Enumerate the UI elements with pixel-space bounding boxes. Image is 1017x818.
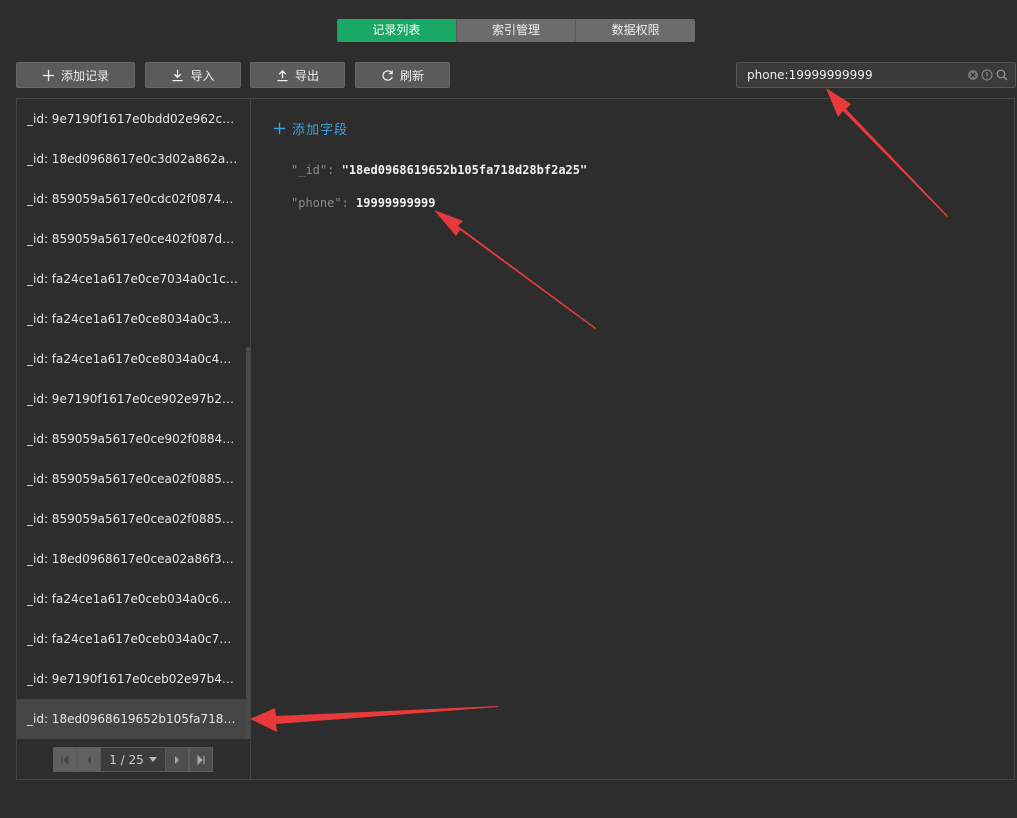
import-label: 导入 [190,68,215,83]
record-sidebar: _id: 9e7190f1617e0bdd02e962c15... _id: 18… [17,99,251,779]
field-key: "_id": [291,163,335,177]
record-list-item[interactable]: _id: 18ed0968617e0c3d02a862a10... [17,139,250,179]
add-field-button[interactable]: 添加字段 [273,119,348,138]
search-input[interactable] [737,63,962,87]
add-field-label: 添加字段 [292,123,349,138]
refresh-button[interactable]: 刷新 [355,62,450,88]
search-icon[interactable] [996,69,1008,81]
field-value: 19999999999 [356,196,436,210]
list-scrollbar[interactable] [246,347,250,739]
next-page-icon [175,755,179,764]
page-indicator: 1 / 25 [109,752,144,767]
record-list-item[interactable]: _id: 18ed0968619652b105fa718d2... [17,699,250,739]
record-detail: 添加字段 "_id": "18ed0968619652b105fa718d28b… [251,99,1014,779]
last-page-button[interactable] [189,747,213,772]
record-list-item[interactable]: _id: fa24ce1a617e0ceb034a0c6d2a... [17,579,250,619]
add-record-button[interactable]: 添加记录 [16,62,135,88]
chevron-down-icon [148,756,157,762]
next-page-button[interactable] [165,747,189,772]
record-list-item[interactable]: _id: fa24ce1a617e0ce8034a0c3763... [17,299,250,339]
search-box [736,62,1016,88]
last-page-icon [197,754,205,765]
page-selector[interactable]: 1 / 25 [101,747,165,772]
tab-record-list[interactable]: 记录列表 [337,19,457,42]
info-icon[interactable] [981,69,993,81]
record-list-item[interactable]: _id: 18ed0968617e0cea02a86f341c... [17,539,250,579]
record-list-item[interactable]: _id: fa24ce1a617e0ce7034a0c1c5e... [17,259,250,299]
add-record-label: 添加记录 [60,68,109,83]
clear-icon[interactable] [967,69,979,81]
record-list-item[interactable]: _id: 859059a5617e0ce402f087db5... [17,219,250,259]
export-button[interactable]: 导出 [250,62,345,88]
first-page-button[interactable] [53,747,77,772]
plus-icon [273,122,286,135]
first-page-icon [61,754,69,765]
refresh-label: 刷新 [399,68,424,83]
prev-page-button[interactable] [77,747,101,772]
record-list-item[interactable]: _id: 859059a5617e0cea02f0885f12... [17,499,250,539]
record-list: _id: 9e7190f1617e0bdd02e962c15... _id: 18… [17,99,250,739]
import-button[interactable]: 导入 [145,62,241,88]
field-value: "18ed0968619652b105fa718d28bf2a25" [341,163,588,177]
view-tabs: 记录列表 索引管理 数据权限 [337,19,696,42]
record-list-item[interactable]: _id: 859059a5617e0ce902f0884f29... [17,419,250,459]
pagination: 1 / 25 [53,747,213,772]
field-row-phone[interactable]: "phone": 19999999999 [291,196,436,210]
records-panel: _id: 9e7190f1617e0bdd02e962c15... _id: 18… [16,98,1015,780]
field-row-id[interactable]: "_id": "18ed0968619652b105fa718d28bf2a25… [291,163,587,177]
plus-icon [42,69,55,81]
record-list-item[interactable]: _id: 9e7190f1617e0bdd02e962c15... [17,99,250,139]
record-list-item[interactable]: _id: fa24ce1a617e0ceb034a0c7056... [17,619,250,659]
record-list-item[interactable]: _id: 859059a5617e0cdc02f0874951... [17,179,250,219]
record-list-item[interactable]: _id: 9e7190f1617e0ceb02e97b4c3f... [17,659,250,699]
record-list-item[interactable]: _id: 859059a5617e0cea02f0885a07... [17,459,250,499]
tab-index-management[interactable]: 索引管理 [456,19,577,42]
refresh-icon [382,69,393,81]
record-list-item[interactable]: _id: fa24ce1a617e0ce8034a0c4763... [17,339,250,379]
field-key: "phone": [291,196,349,210]
export-label: 导出 [294,68,319,83]
prev-page-icon [87,755,91,764]
upload-icon [277,69,288,81]
tab-data-permissions[interactable]: 数据权限 [576,19,696,42]
download-icon [172,69,184,81]
record-list-item[interactable]: _id: 9e7190f1617e0ce902e97b282... [17,379,250,419]
